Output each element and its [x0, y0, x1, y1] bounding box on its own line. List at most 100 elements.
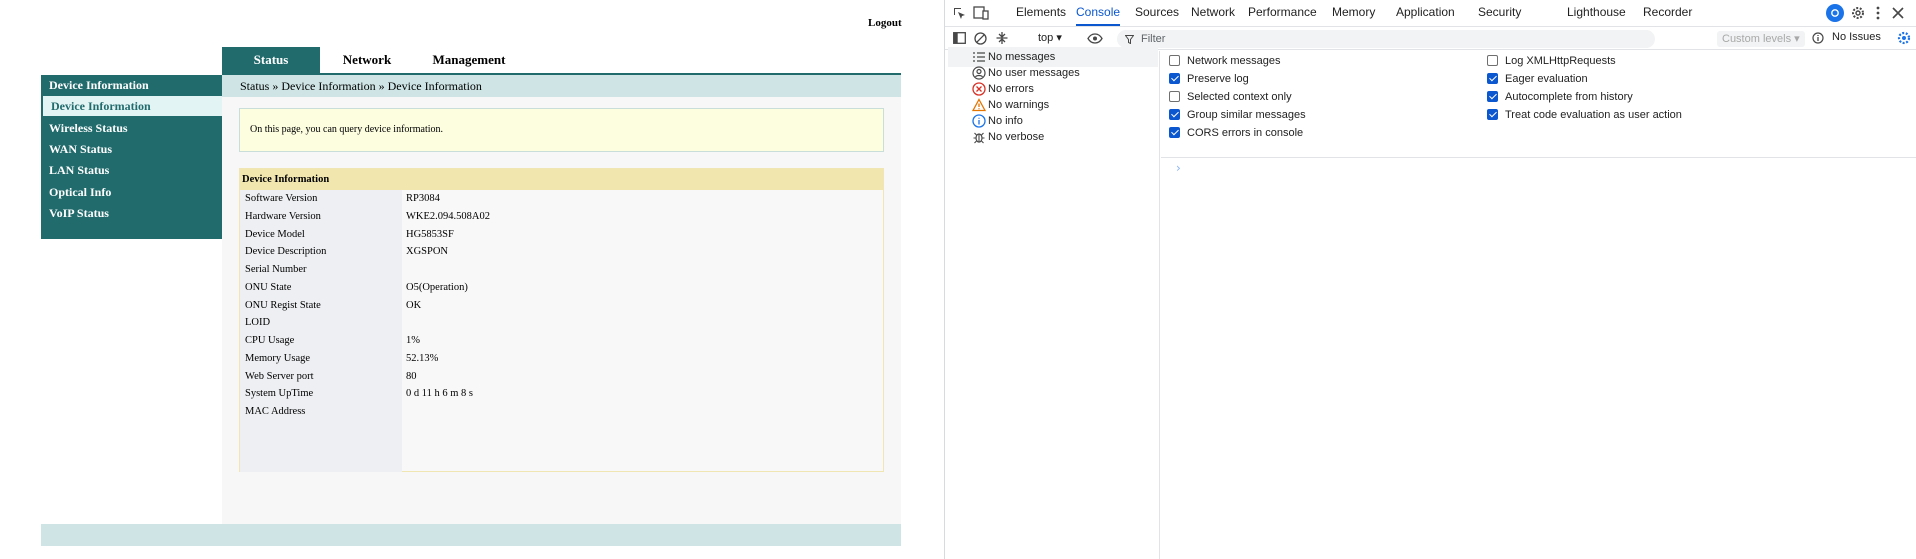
logout-link[interactable]: Logout: [868, 17, 902, 29]
ai-assistant-icon[interactable]: [1826, 4, 1844, 22]
list-icon: [972, 50, 986, 64]
chevron-down-icon: ▾: [1056, 32, 1062, 44]
setting-label: Log XMLHttpRequests: [1505, 55, 1616, 67]
row-label: Web Server port: [245, 371, 314, 382]
setting-log-xmlhttprequests[interactable]: Log XMLHttpRequests: [1487, 54, 1616, 68]
setting-eager-evaluation[interactable]: Eager evaluation: [1487, 72, 1588, 86]
group-icon[interactable]: [994, 30, 1010, 46]
filter-placeholder: Filter: [1141, 33, 1166, 45]
close-icon[interactable]: [1890, 5, 1906, 21]
row-value: XGSPON: [406, 246, 449, 257]
console-sidebar: No messages No user messages No errors No w…: [945, 47, 1160, 559]
row-label: Software Version: [245, 193, 318, 204]
checkbox[interactable]: [1169, 109, 1180, 120]
setting-network-messages[interactable]: Network messages: [1169, 54, 1281, 68]
sidebar-item-optical-info[interactable]: Optical Info: [41, 182, 222, 202]
checkbox[interactable]: [1169, 91, 1180, 102]
context-select[interactable]: top ▾: [1038, 29, 1062, 48]
checkbox[interactable]: [1169, 73, 1180, 84]
tab-status[interactable]: Status: [222, 47, 320, 73]
warning-icon: [971, 98, 987, 112]
setting-label: Treat code evaluation as user action: [1505, 109, 1682, 121]
device-info-table: Device Information Software Version RP308…: [239, 168, 884, 472]
checkbox[interactable]: [1487, 109, 1498, 120]
sidebar-item-voip-status[interactable]: VoIP Status: [41, 203, 222, 223]
row-value: O5(Operation): [406, 282, 468, 293]
gear-icon[interactable]: [1850, 5, 1866, 21]
checkbox[interactable]: [1487, 73, 1498, 84]
bug-icon: [972, 130, 986, 144]
message-filter-label: No errors: [988, 83, 1034, 95]
error-icon: [972, 82, 986, 96]
message-filter-label: No messages: [988, 51, 1056, 63]
tab-memory[interactable]: Memory: [1332, 0, 1375, 26]
setting-group-similar-messages[interactable]: Group similar messages: [1169, 108, 1306, 122]
page-info-box: On this page, you can query device infor…: [239, 108, 884, 152]
row-value: RP3084: [406, 193, 440, 204]
checkbox[interactable]: [1487, 55, 1498, 66]
checkbox[interactable]: [1169, 55, 1180, 66]
tab-network[interactable]: Network: [320, 47, 414, 73]
devtools-tab-bar: Elements Console Sources Network Perform…: [945, 0, 1916, 26]
sidebar-item-lan-status[interactable]: LAN Status: [41, 160, 222, 180]
sidebar-item-wireless-status[interactable]: Wireless Status: [41, 118, 222, 138]
message-filter-bug[interactable]: No verbose: [948, 127, 1158, 147]
row-value: 80: [406, 371, 417, 382]
tab-recorder[interactable]: Recorder: [1643, 0, 1692, 26]
top-nav-tabs: Status Network Management: [222, 47, 524, 73]
sidebar-section-device-information[interactable]: Device Information: [41, 75, 222, 95]
log-levels-dropdown[interactable]: Custom levels ▾: [1717, 31, 1805, 47]
tab-network[interactable]: Network: [1191, 0, 1235, 26]
setting-preserve-log[interactable]: Preserve log: [1169, 72, 1249, 86]
breadcrumb: Status» Device Information» Device Informa…: [222, 75, 901, 97]
setting-selected-context-only[interactable]: Selected context only: [1169, 90, 1292, 104]
setting-label: Network messages: [1187, 55, 1281, 67]
setting-cors-errors-in-console[interactable]: CORS errors in console: [1169, 126, 1303, 140]
tab-elements[interactable]: Elements: [1016, 0, 1066, 26]
message-filter-label: No info: [988, 115, 1023, 127]
footer-bar: [41, 524, 901, 546]
console-settings-icon[interactable]: [1896, 30, 1912, 46]
sidebar-item-device-information[interactable]: Device Information: [43, 96, 222, 116]
row-label: ONU Regist State: [245, 300, 321, 311]
breadcrumb-item: Status: [240, 79, 270, 93]
tab-sources[interactable]: Sources: [1135, 0, 1179, 26]
context-value: top: [1038, 32, 1054, 44]
row-label: Memory Usage: [245, 353, 311, 364]
filter-input[interactable]: Filter: [1117, 30, 1655, 48]
router-page: Logout Status Network Management Device …: [0, 0, 944, 559]
tab-lighthouse[interactable]: Lighthouse: [1567, 0, 1626, 26]
row-label: Serial Number: [245, 264, 307, 275]
setting-label: Eager evaluation: [1505, 73, 1588, 85]
user-icon: [972, 66, 986, 80]
console-prompt[interactable]: ›: [1176, 161, 1181, 175]
device-toolbar-icon[interactable]: [972, 5, 990, 21]
row-label: Device Model: [245, 229, 305, 240]
setting-label: Group similar messages: [1187, 109, 1306, 121]
setting-treat-code-evaluation-as-user-action[interactable]: Treat code evaluation as user action: [1487, 108, 1682, 122]
sidebar-item-wan-status[interactable]: WAN Status: [41, 139, 222, 159]
checkbox[interactable]: [1487, 91, 1498, 102]
row-label: LOID: [245, 317, 271, 328]
issues-counter[interactable]: No Issues: [1832, 31, 1881, 43]
breadcrumb-separator: »: [378, 79, 385, 93]
row-value: WKE2.094.508A02: [406, 211, 490, 222]
checkbox[interactable]: [1169, 127, 1180, 138]
sidebar-toggle-icon[interactable]: [951, 30, 967, 46]
row-value: 52.13%: [406, 353, 439, 364]
breadcrumb-separator: »: [272, 79, 279, 93]
inspect-element-icon[interactable]: [951, 5, 967, 21]
tab-security[interactable]: Security: [1478, 0, 1521, 26]
clear-console-icon[interactable]: [972, 30, 988, 46]
more-options-icon[interactable]: [1872, 5, 1884, 21]
row-value: 1%: [406, 335, 420, 346]
tab-management[interactable]: Management: [414, 47, 524, 73]
eye-icon[interactable]: [1086, 30, 1104, 46]
tab-performance[interactable]: Performance: [1248, 0, 1317, 26]
setting-label: Preserve log: [1187, 73, 1249, 85]
tab-application[interactable]: Application: [1396, 0, 1455, 26]
levels-label: Custom levels: [1722, 33, 1792, 45]
tab-console[interactable]: Console: [1076, 0, 1121, 26]
row-label: System UpTime: [245, 388, 314, 399]
setting-autocomplete-from-history[interactable]: Autocomplete from history: [1487, 90, 1633, 104]
